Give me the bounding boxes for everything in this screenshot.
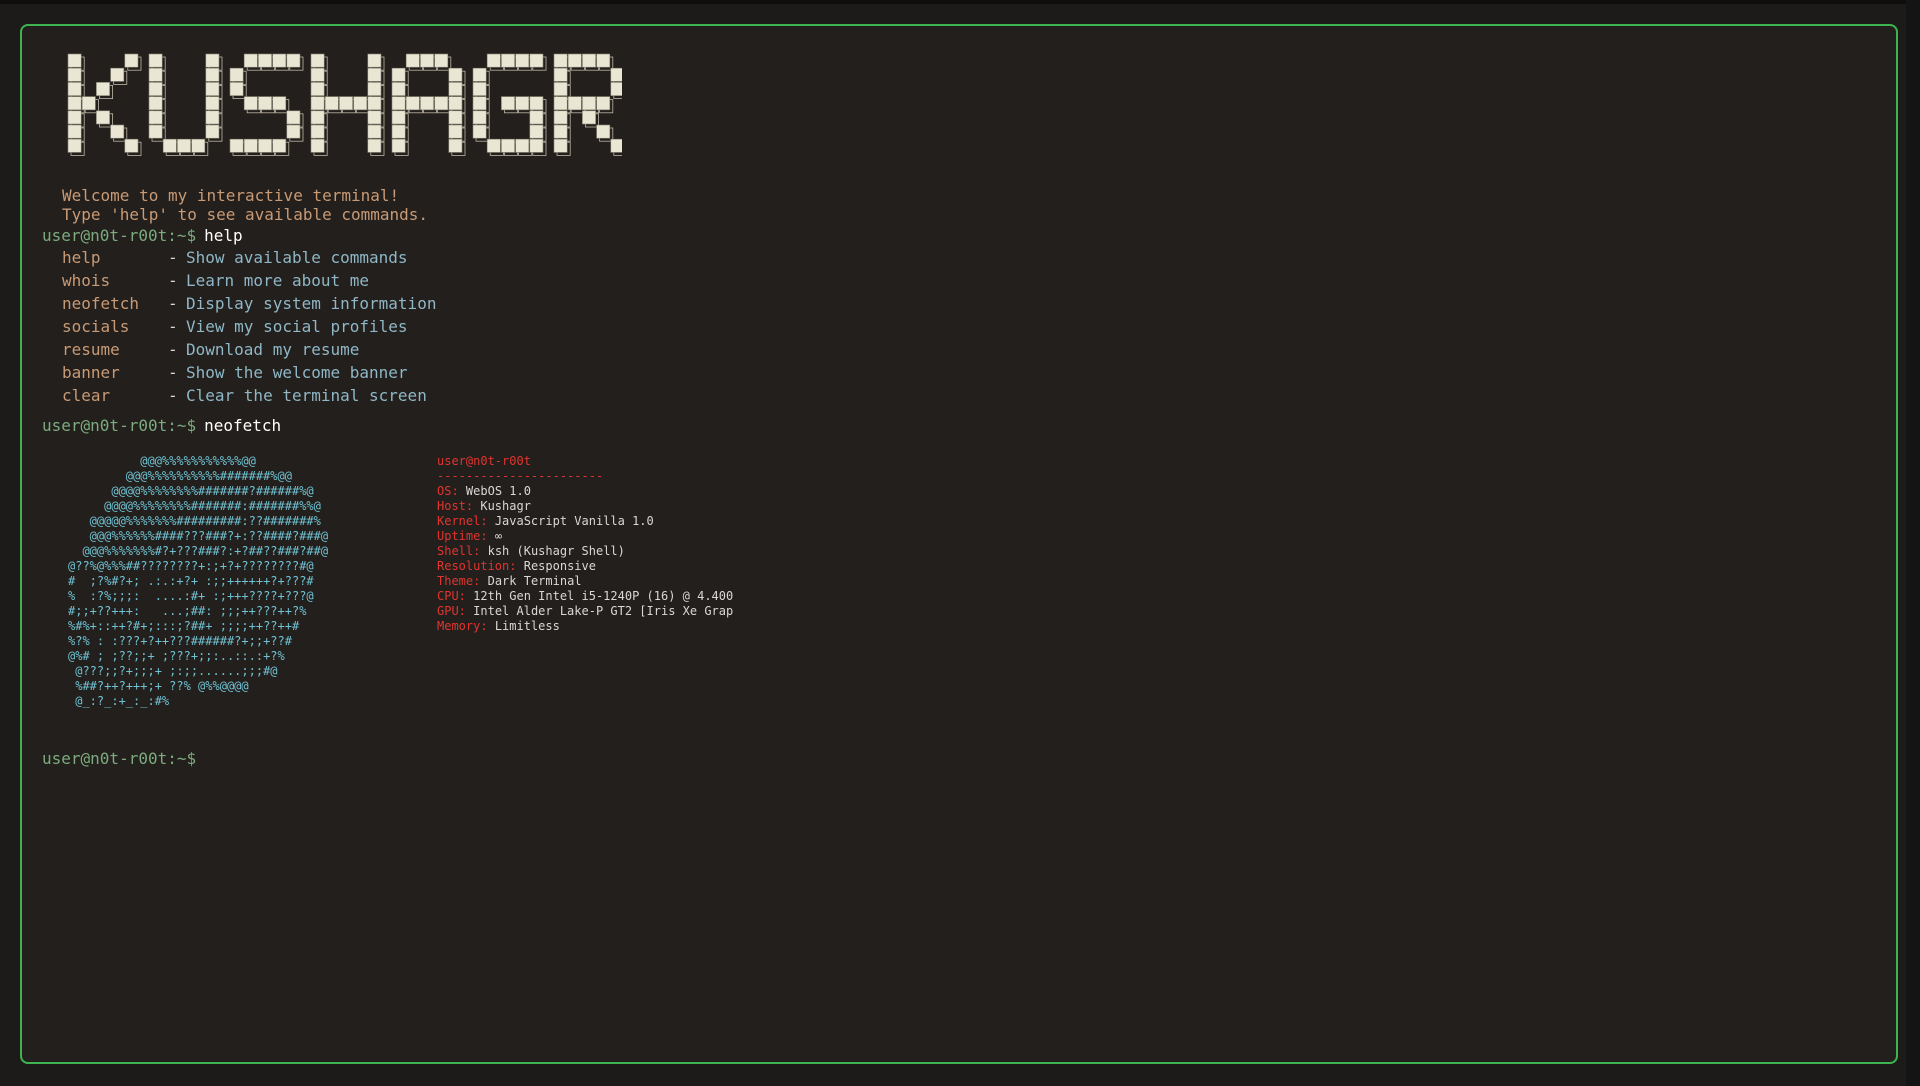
info-value: WebOS 1.0 (465, 484, 531, 498)
info-value: ∞ (494, 529, 503, 543)
info-row-memory: Memory: Limitless (437, 619, 733, 634)
help-command: resume (62, 340, 120, 359)
info-value: ksh (Kushagr Shell) (487, 544, 625, 558)
info-key: Theme: (437, 574, 481, 588)
info-row-cpu: CPU: 12th Gen Intel i5-1240P (16) @ 4.40… (437, 589, 733, 604)
info-row-shell: Shell: ksh (Kushagr Shell) (437, 544, 733, 559)
help-dash: - (168, 317, 178, 336)
info-value: 12th Gen Intel i5-1240P (16) @ 4.400 (473, 589, 734, 603)
prompt: user@n0t-r00t:~$ (42, 749, 197, 768)
help-dash: - (168, 271, 178, 290)
neofetch-ascii-art: @@@%%%%%%%%%%%@@ @@@%%%%%%%%%%#######%@@… (68, 454, 329, 708)
info-row-resolution: Resolution: Responsive (437, 559, 733, 574)
info-key: OS: (437, 484, 459, 498)
prompt: user@n0t-r00t:~$ (42, 416, 197, 435)
ascii-banner (62, 50, 622, 160)
prompt-line-help: user@n0t-r00t:~$ help (42, 226, 243, 245)
help-output: help - Show available commands whois - Learn… (62, 246, 436, 407)
help-description: View my social profiles (186, 317, 408, 336)
help-description: Show the welcome banner (186, 363, 408, 382)
info-value: Dark Terminal (487, 574, 582, 588)
help-row: help - Show available commands (62, 246, 436, 269)
prompt: user@n0t-r00t:~$ (42, 226, 197, 245)
help-row: whois - Learn more about me (62, 269, 436, 292)
info-value: Kushagr (480, 499, 531, 513)
info-key: Kernel: (437, 514, 488, 528)
info-value: Intel Alder Lake-P GT2 [Iris Xe Grap (473, 604, 734, 618)
help-row: resume - Download my resume (62, 338, 436, 361)
help-command: clear (62, 386, 111, 405)
help-description: Download my resume (186, 340, 360, 359)
help-dash: - (168, 363, 178, 382)
welcome-line-1: Welcome to my interactive terminal! (62, 186, 400, 205)
banner-logo (67, 53, 622, 156)
help-dash: - (168, 386, 178, 405)
info-key: Host: (437, 499, 474, 513)
info-value: Responsive (523, 559, 596, 573)
help-row: socials - View my social profiles (62, 315, 436, 338)
help-command: help (62, 248, 101, 267)
help-command: neofetch (62, 294, 140, 313)
entered-command: neofetch (204, 416, 282, 435)
info-row-theme: Theme: Dark Terminal (437, 574, 733, 589)
prompt-line-current[interactable]: user@n0t-r00t:~$ (42, 749, 196, 768)
help-dash: - (168, 248, 178, 267)
info-value: JavaScript Vanilla 1.0 (494, 514, 654, 528)
help-command: banner (62, 363, 120, 382)
scrollbar[interactable] (1906, 0, 1920, 1086)
top-bar (0, 0, 1920, 4)
help-description: Clear the terminal screen (186, 386, 427, 405)
help-dash: - (168, 294, 178, 313)
neofetch-separator: ----------------------- (437, 469, 604, 483)
help-command: socials (62, 317, 130, 336)
help-row: neofetch - Display system information (62, 292, 436, 315)
info-key: GPU: (437, 604, 466, 618)
entered-command: help (204, 226, 243, 245)
help-command: whois (62, 271, 111, 290)
prompt-line-neofetch: user@n0t-r00t:~$ neofetch (42, 416, 281, 435)
welcome-message: Welcome to my interactive terminal! Type … (62, 186, 428, 224)
info-key: Memory: (437, 619, 488, 633)
info-row-os: OS: WebOS 1.0 (437, 484, 733, 499)
help-description: Learn more about me (186, 271, 370, 290)
neofetch-title: user@n0t-r00t (437, 454, 531, 468)
info-key: Shell: (437, 544, 481, 558)
terminal-window[interactable]: Welcome to my interactive terminal! Type … (20, 24, 1898, 1064)
info-value: Limitless (494, 619, 560, 633)
info-key: Resolution: (437, 559, 517, 573)
help-dash: - (168, 340, 178, 359)
info-key: Uptime: (437, 529, 488, 543)
help-row: clear - Clear the terminal screen (62, 384, 436, 407)
info-row-uptime: Uptime: ∞ (437, 529, 733, 544)
help-description: Display system information (186, 294, 437, 313)
help-row: banner - Show the welcome banner (62, 361, 436, 384)
info-row-host: Host: Kushagr (437, 499, 733, 514)
help-description: Show available commands (186, 248, 408, 267)
info-row-gpu: GPU: Intel Alder Lake-P GT2 [Iris Xe Gra… (437, 604, 733, 619)
neofetch-info: user@n0t-r00t ----------------------- OS… (437, 454, 733, 634)
info-row-kernel: Kernel: JavaScript Vanilla 1.0 (437, 514, 733, 529)
welcome-line-2: Type 'help' to see available commands. (62, 205, 429, 224)
info-key: CPU: (437, 589, 466, 603)
